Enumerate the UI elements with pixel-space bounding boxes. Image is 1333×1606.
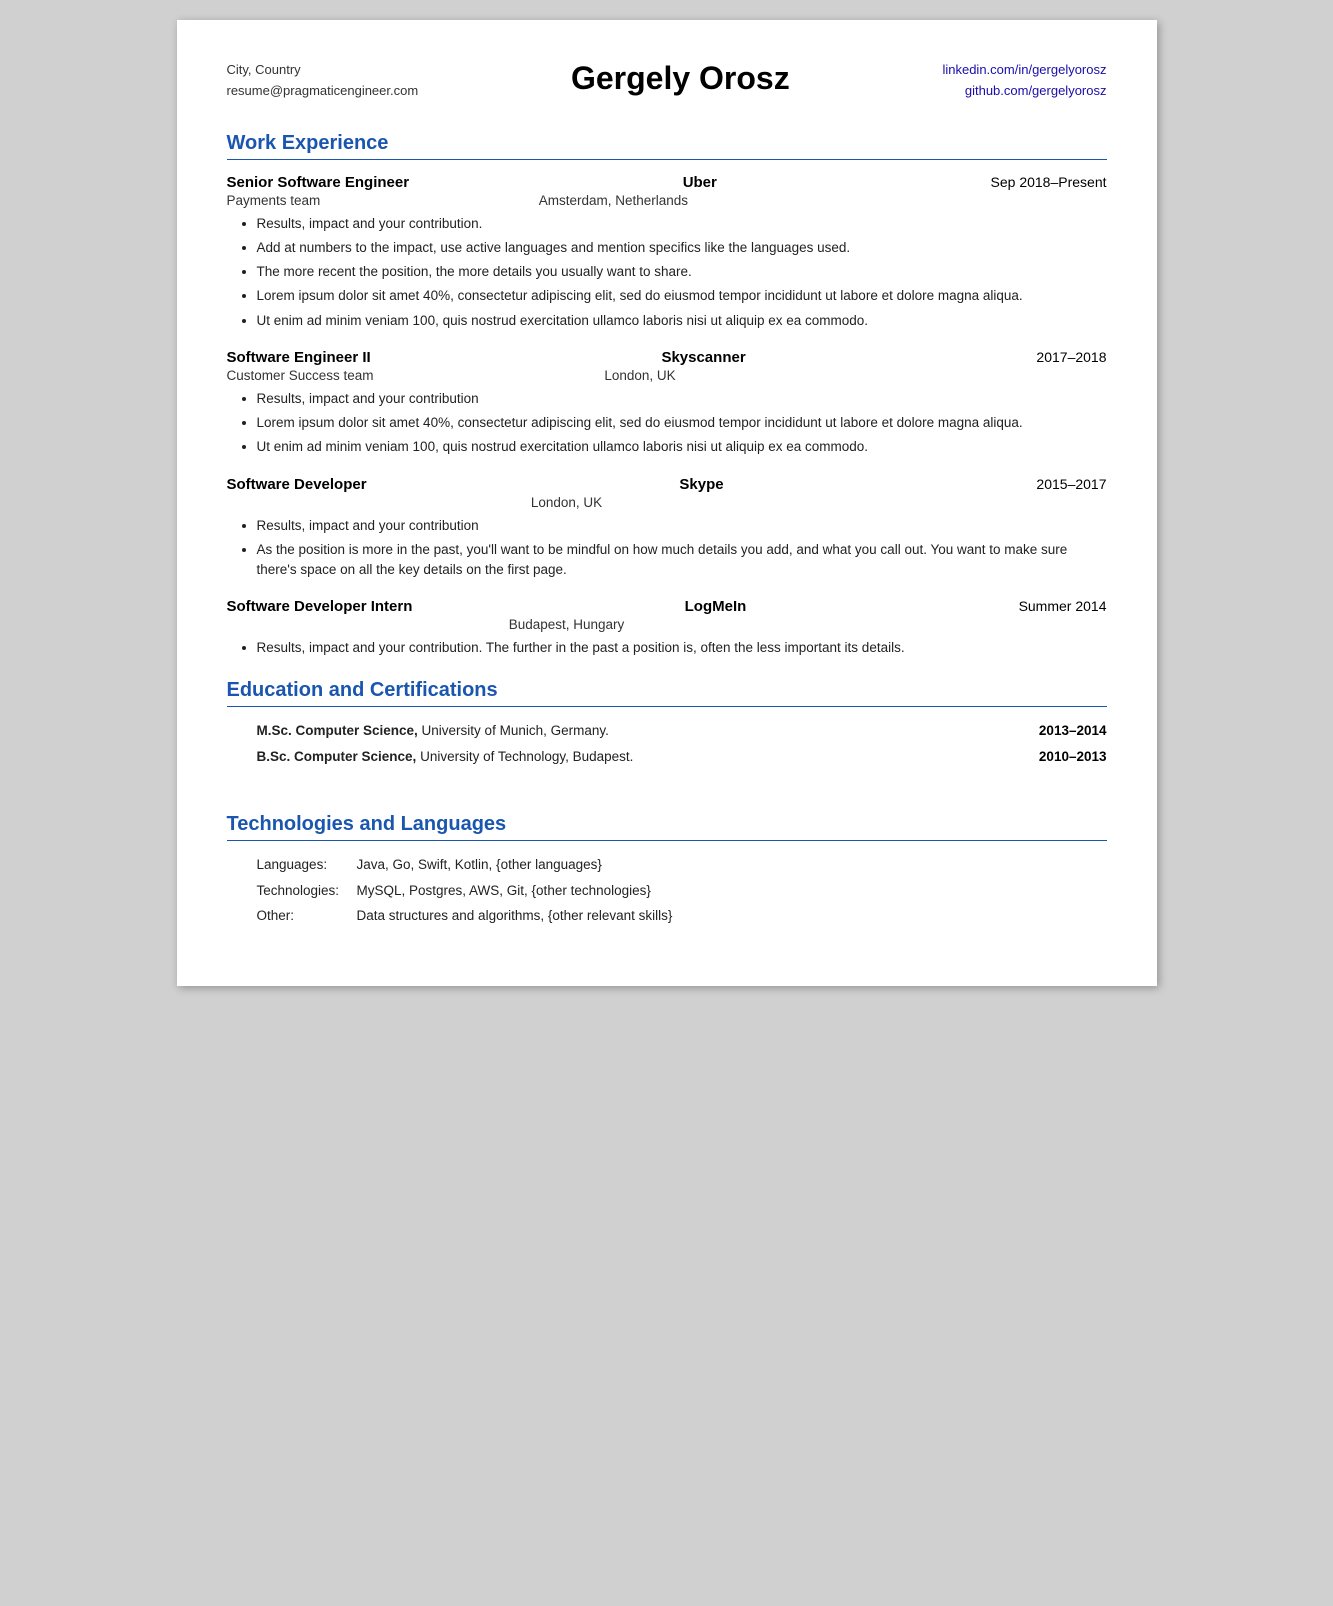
- edu-normal-2: University of Technology, Budapest.: [416, 749, 633, 764]
- technologies-divider: [227, 840, 1107, 841]
- job-location-3: London, UK: [227, 495, 907, 510]
- edu-bold-1: M.Sc. Computer Science,: [257, 723, 418, 738]
- header-right: linkedin.com/in/gergelyorosz github.com/…: [942, 60, 1106, 102]
- job-team-1: Payments team: [227, 193, 321, 208]
- job-location-2: London, UK: [374, 368, 907, 383]
- education-title: Education and Certifications: [227, 679, 1107, 702]
- job-bullets-2: Results, impact and your contribution Lo…: [257, 389, 1107, 458]
- job-bullets-1: Results, impact and your contribution. A…: [257, 214, 1107, 331]
- bullet-3-2: As the position is more in the past, you…: [257, 540, 1107, 581]
- job-entry-2: Software Engineer II Skyscanner 2017–201…: [227, 349, 1107, 458]
- bullet-2-2: Lorem ipsum dolor sit amet 40%, consecte…: [257, 413, 1107, 433]
- bullet-1-1: Results, impact and your contribution.: [257, 214, 1107, 234]
- job-entry-1: Senior Software Engineer Uber Sep 2018–P…: [227, 174, 1107, 331]
- job-subrow-2: Customer Success team London, UK: [227, 368, 1107, 383]
- job-subrow-1: Payments team Amsterdam, Netherlands: [227, 193, 1107, 208]
- education-divider: [227, 706, 1107, 707]
- job-date-1: Sep 2018–Present: [991, 174, 1107, 190]
- edu-item-1: M.Sc. Computer Science, University of Mu…: [257, 721, 1107, 741]
- job-location-4: Budapest, Hungary: [227, 617, 907, 632]
- job-team-2: Customer Success team: [227, 368, 374, 383]
- job-company-2: Skyscanner: [371, 349, 1037, 366]
- edu-normal-1: University of Munich, Germany.: [418, 723, 609, 738]
- edu-bold-2: B.Sc. Computer Science,: [257, 749, 417, 764]
- job-date-4: Summer 2014: [1019, 598, 1107, 614]
- job-bullets-3: Results, impact and your contribution As…: [257, 516, 1107, 581]
- job-header-row-4: Software Developer Intern LogMeIn Summer…: [227, 598, 1107, 615]
- work-experience-section: Work Experience Senior Software Engineer…: [227, 132, 1107, 659]
- tech-item-3: Other: Data structures and algorithms, {…: [257, 906, 1107, 926]
- tech-item-2: Technologies: MySQL, Postgres, AWS, Git,…: [257, 881, 1107, 901]
- edu-text-2: B.Sc. Computer Science, University of Te…: [257, 747, 1019, 767]
- edu-date-1: 2013–2014: [1039, 721, 1107, 741]
- job-entry-3: Software Developer Skype 2015–2017 Londo…: [227, 476, 1107, 581]
- tech-item-1: Languages: Java, Go, Swift, Kotlin, {oth…: [257, 855, 1107, 875]
- edu-date-2: 2010–2013: [1039, 747, 1107, 767]
- header-left: City, Country resume@pragmaticengineer.c…: [227, 60, 419, 102]
- tech-label-1: Languages:: [257, 855, 357, 875]
- tech-list: Languages: Java, Go, Swift, Kotlin, {oth…: [257, 855, 1107, 926]
- job-subrow-3: London, UK: [227, 495, 1107, 510]
- job-title-4: Software Developer Intern: [227, 598, 413, 615]
- tech-value-2: MySQL, Postgres, AWS, Git, {other techno…: [357, 881, 651, 901]
- bullet-2-1: Results, impact and your contribution: [257, 389, 1107, 409]
- job-subrow-4: Budapest, Hungary: [227, 617, 1107, 632]
- bullet-4-1: Results, impact and your contribution. T…: [257, 638, 1107, 658]
- header: City, Country resume@pragmaticengineer.c…: [227, 60, 1107, 102]
- bullet-1-3: The more recent the position, the more d…: [257, 262, 1107, 282]
- tech-value-3: Data structures and algorithms, {other r…: [357, 906, 673, 926]
- work-experience-title: Work Experience: [227, 132, 1107, 155]
- linkedin-link[interactable]: linkedin.com/in/gergelyorosz: [942, 60, 1106, 81]
- job-date-3: 2015–2017: [1036, 476, 1106, 492]
- job-company-4: LogMeIn: [412, 598, 1018, 615]
- education-section: Education and Certifications M.Sc. Compu…: [227, 679, 1107, 794]
- bullet-1-4: Lorem ipsum dolor sit amet 40%, consecte…: [257, 286, 1107, 306]
- edu-item-2: B.Sc. Computer Science, University of Te…: [257, 747, 1107, 767]
- tech-label-3: Other:: [257, 906, 357, 926]
- job-header-row-3: Software Developer Skype 2015–2017: [227, 476, 1107, 493]
- work-experience-divider: [227, 159, 1107, 160]
- tech-value-1: Java, Go, Swift, Kotlin, {other language…: [357, 855, 602, 875]
- job-title-3: Software Developer: [227, 476, 367, 493]
- job-location-1: Amsterdam, Netherlands: [320, 193, 906, 208]
- resume-page: City, Country resume@pragmaticengineer.c…: [177, 20, 1157, 986]
- edu-text-3: [257, 773, 1107, 793]
- education-list: M.Sc. Computer Science, University of Mu…: [257, 721, 1107, 794]
- job-company-1: Uber: [409, 174, 990, 191]
- github-link[interactable]: github.com/gergelyorosz: [942, 81, 1106, 102]
- bullet-3-1: Results, impact and your contribution: [257, 516, 1107, 536]
- job-header-row-1: Senior Software Engineer Uber Sep 2018–P…: [227, 174, 1107, 191]
- job-header-row-2: Software Engineer II Skyscanner 2017–201…: [227, 349, 1107, 366]
- job-title-1: Senior Software Engineer: [227, 174, 410, 191]
- bullet-1-5: Ut enim ad minim veniam 100, quis nostru…: [257, 311, 1107, 331]
- edu-item-3: [257, 773, 1107, 793]
- bullet-1-2: Add at numbers to the impact, use active…: [257, 238, 1107, 258]
- job-company-3: Skype: [367, 476, 1037, 493]
- full-name: Gergely Orosz: [418, 60, 942, 97]
- job-date-2: 2017–2018: [1036, 349, 1106, 365]
- email: resume@pragmaticengineer.com: [227, 81, 419, 102]
- bullet-2-3: Ut enim ad minim veniam 100, quis nostru…: [257, 437, 1107, 457]
- header-center: Gergely Orosz: [418, 60, 942, 97]
- city-country: City, Country: [227, 60, 419, 81]
- technologies-title: Technologies and Languages: [227, 813, 1107, 836]
- edu-text-1: M.Sc. Computer Science, University of Mu…: [257, 721, 1019, 741]
- technologies-section: Technologies and Languages Languages: Ja…: [227, 813, 1107, 926]
- job-bullets-4: Results, impact and your contribution. T…: [257, 638, 1107, 658]
- tech-label-2: Technologies:: [257, 881, 357, 901]
- job-entry-4: Software Developer Intern LogMeIn Summer…: [227, 598, 1107, 658]
- job-title-2: Software Engineer II: [227, 349, 371, 366]
